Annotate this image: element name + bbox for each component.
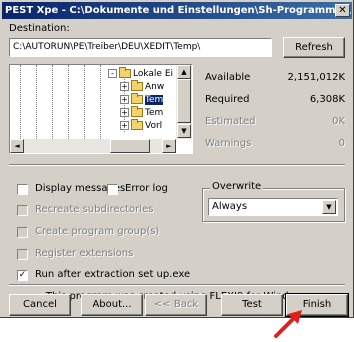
register-extensions-checkbox[interactable] [17, 249, 28, 260]
required-label: Required [205, 94, 250, 105]
separator [9, 164, 345, 166]
tree-guide-line [84, 65, 85, 139]
overwrite-selected-value: Always [212, 201, 248, 212]
run-after-extraction-checkbox[interactable]: ✓ [17, 270, 28, 281]
folder-tree[interactable]: - Lokale Ei + Anw + Tem + Tem + Vorl ▲ ▼ ◄ ► [9, 64, 193, 154]
scroll-down-icon[interactable]: ▼ [177, 124, 191, 138]
expand-icon[interactable]: + [120, 82, 129, 91]
required-value: 6,308K [309, 94, 345, 105]
tree-item-label: Anw [145, 82, 165, 92]
tree-guide-line [52, 65, 53, 139]
extractor-dialog: PEST Xpe - C:\Dokumente und Einstellunge… [0, 0, 354, 318]
destination-path-input[interactable]: C:\AUTORUN\PE\Treiber\DEU\XEDIT\Temp\ [9, 38, 272, 57]
tree-item-label: Tem [145, 95, 164, 105]
back-button[interactable]: << Back [145, 294, 207, 316]
tree-item[interactable]: + Vorl [120, 119, 163, 132]
tree-guide-line [100, 65, 101, 139]
destination-label: Destination: [9, 23, 70, 34]
scroll-thumb[interactable] [110, 139, 150, 153]
tree-item[interactable]: + Tem [120, 106, 164, 119]
tree-item[interactable]: + Tem [120, 93, 164, 106]
error-log-label: Error log [125, 183, 168, 194]
title-bar: PEST Xpe - C:\Dokumente und Einstellunge… [2, 2, 352, 19]
recreate-subdirectories-checkbox[interactable] [17, 205, 28, 216]
error-log-checkbox[interactable] [107, 184, 118, 195]
about-button[interactable]: About... [81, 294, 143, 316]
warnings-value: 0 [338, 138, 345, 149]
tree-item[interactable]: - Lokale Ei [108, 67, 174, 80]
close-button[interactable]: ✕ [335, 4, 350, 17]
available-label: Available [205, 72, 251, 83]
create-program-group-label: Create program group(s) [35, 226, 160, 237]
tree-item[interactable]: + Anw [120, 80, 165, 93]
tree-guide-line [68, 65, 69, 139]
dropdown-arrow-icon[interactable]: ▼ [322, 200, 336, 214]
overwrite-select[interactable]: Always ▼ [208, 198, 338, 216]
tree-horizontal-scrollbar[interactable]: ◄ ► [10, 139, 176, 153]
display-messages-checkbox[interactable] [17, 184, 28, 195]
window-title: PEST Xpe - C:\Dokumente und Einstellunge… [5, 5, 352, 16]
register-extensions-label: Register extensions [35, 248, 134, 259]
tree-guide-line [20, 65, 21, 139]
estimated-label: Estimated [205, 116, 256, 127]
expand-icon[interactable]: + [120, 95, 129, 104]
create-program-group-checkbox[interactable] [17, 227, 28, 238]
folder-icon [131, 106, 143, 117]
warnings-label: Warnings [205, 138, 252, 149]
collapse-icon[interactable]: - [108, 69, 117, 78]
tree-guide-line [36, 65, 37, 139]
folder-icon [131, 80, 143, 91]
scroll-right-icon[interactable]: ► [162, 139, 176, 153]
folder-icon [131, 119, 143, 130]
available-value: 2,151,012K [287, 72, 345, 83]
tree-item-label: Vorl [145, 121, 163, 131]
folder-icon [131, 93, 143, 104]
separator [9, 284, 345, 286]
cancel-button[interactable]: Cancel [9, 294, 71, 316]
expand-icon[interactable]: + [120, 108, 129, 117]
test-button[interactable]: Test [221, 294, 283, 316]
scroll-up-icon[interactable]: ▲ [177, 65, 191, 79]
scroll-left-icon[interactable]: ◄ [10, 139, 24, 153]
estimated-value: 0K [332, 116, 345, 127]
refresh-button[interactable]: Refresh [283, 37, 345, 58]
tree-item-label: Tem [145, 108, 164, 118]
expand-icon[interactable]: + [120, 121, 129, 130]
scroll-thumb[interactable] [177, 79, 191, 123]
overwrite-label: Overwrite [210, 181, 264, 192]
finish-button[interactable]: Finish [285, 293, 349, 317]
run-after-extraction-label: Run after extraction set up.exe [35, 269, 191, 280]
tree-item-label: Lokale Ei [133, 69, 174, 79]
recreate-subdirectories-label: Recreate subdirectories [35, 204, 154, 215]
tree-vertical-scrollbar[interactable]: ▲ ▼ [176, 65, 192, 139]
folder-icon [119, 67, 131, 78]
